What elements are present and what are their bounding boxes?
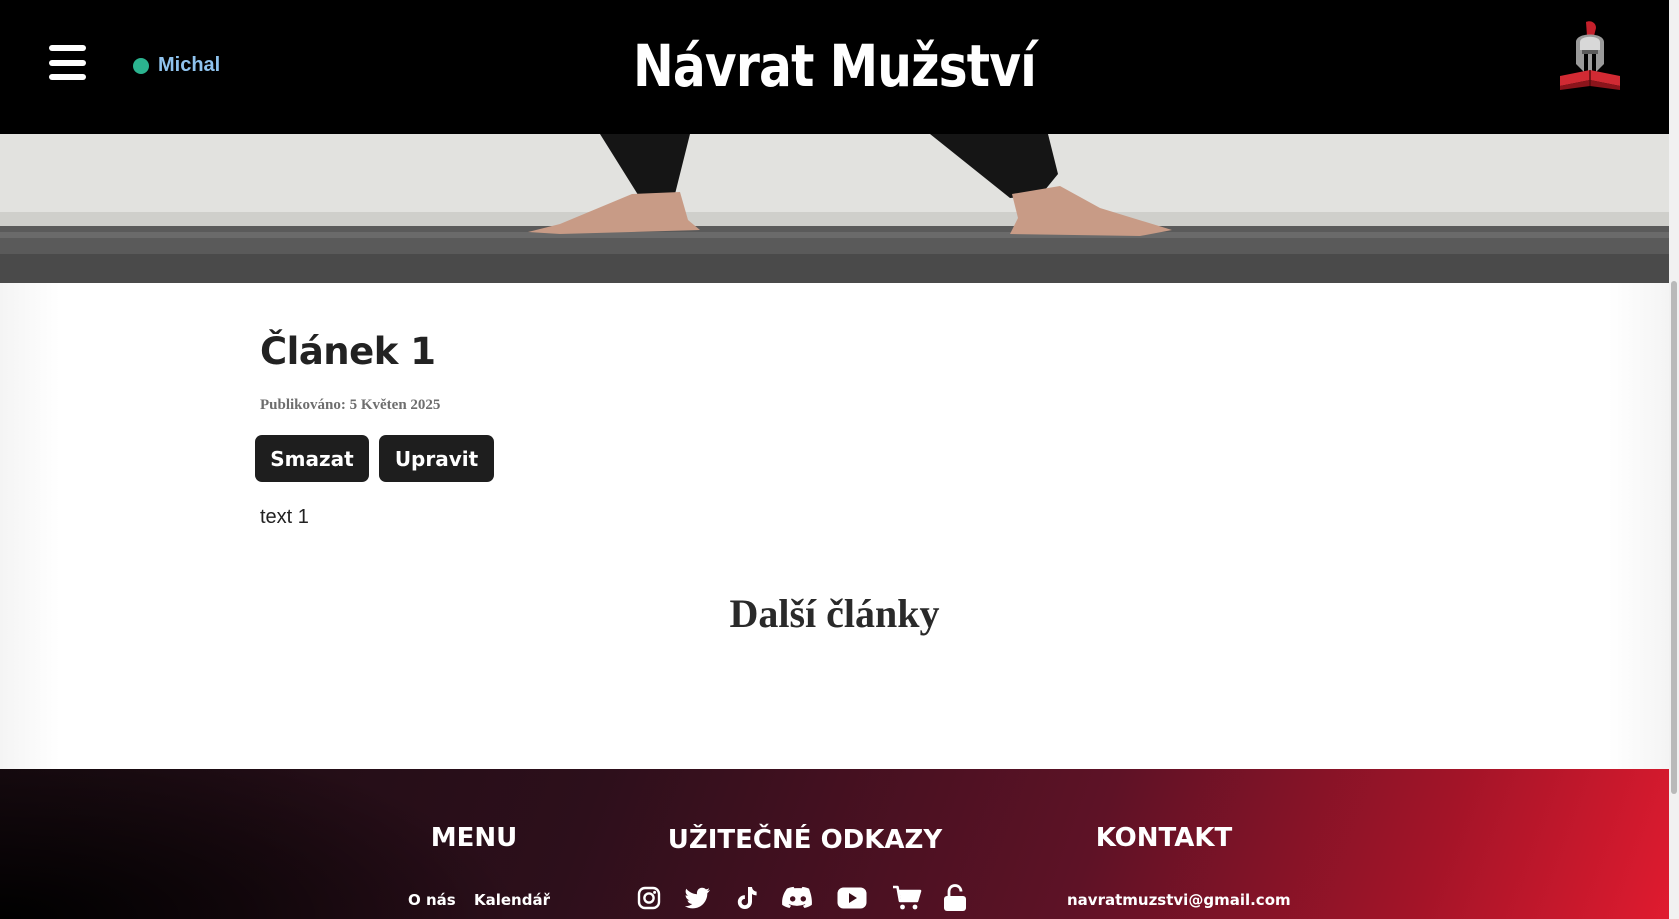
hero-image bbox=[0, 134, 1669, 283]
footer-link-about[interactable]: O nás bbox=[408, 891, 456, 909]
article-section bbox=[0, 283, 1669, 769]
discord-icon[interactable] bbox=[781, 884, 815, 912]
unlock-icon[interactable] bbox=[941, 884, 969, 912]
footer-links-heading: UŽITEČNÉ ODKAZY bbox=[667, 825, 943, 855]
article-title: Článek 1 bbox=[260, 330, 436, 373]
more-articles-heading: Další články bbox=[729, 591, 940, 636]
footer-menu-heading: MENU bbox=[430, 823, 518, 853]
site-footer: MENU UŽITEČNÉ ODKAZY KONTAKT O nás Kalen… bbox=[0, 769, 1669, 919]
delete-button[interactable]: Smazat bbox=[255, 435, 369, 482]
tiktok-icon[interactable] bbox=[733, 884, 761, 912]
spartan-helmet-logo-icon[interactable] bbox=[1556, 20, 1624, 96]
twitter-icon[interactable] bbox=[684, 884, 712, 912]
footer-link-calendar[interactable]: Kalendář bbox=[474, 891, 550, 909]
scrollbar-thumb[interactable] bbox=[1671, 281, 1677, 794]
footer-email-link[interactable]: navratmuzstvi@gmail.com bbox=[1067, 891, 1291, 909]
edit-button[interactable]: Upravit bbox=[379, 435, 494, 482]
footer-contact-heading: KONTAKT bbox=[1095, 823, 1233, 853]
published-date: Publikováno: 5 Květen 2025 bbox=[260, 397, 441, 413]
youtube-icon[interactable] bbox=[836, 884, 868, 912]
instagram-icon[interactable] bbox=[635, 884, 663, 912]
hamburger-menu-icon[interactable] bbox=[49, 45, 86, 80]
top-navbar: Michal Návrat Mužství bbox=[0, 0, 1669, 134]
cart-icon[interactable] bbox=[891, 884, 923, 912]
article-body: text 1 bbox=[260, 506, 309, 528]
site-title[interactable]: Návrat Mužství bbox=[134, 28, 1536, 104]
page-scrollbar[interactable] bbox=[1669, 0, 1679, 919]
